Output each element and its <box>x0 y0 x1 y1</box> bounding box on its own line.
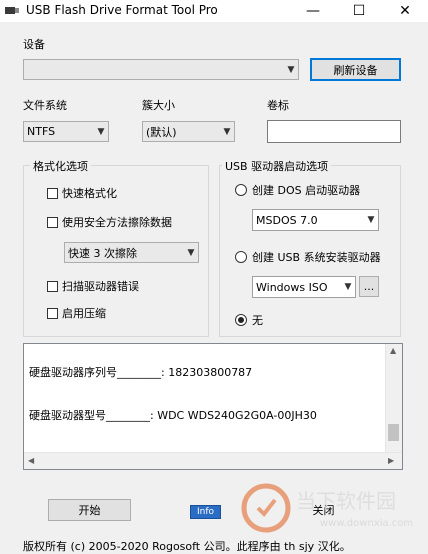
refresh-devices-button[interactable]: 刷新设备 <box>310 58 401 81</box>
horizontal-scrollbar[interactable]: ◀ ▶ <box>24 452 402 469</box>
usb-drive-icon <box>5 7 19 14</box>
maximize-button[interactable]: ☐ <box>336 0 382 22</box>
scan-errors-checkbox[interactable]: 扫描驱动器错误 <box>47 278 139 294</box>
usb-installer-label: 创建 USB 系统安装驱动器 <box>252 251 381 264</box>
windows-source-select[interactable]: Windows ISO ▼ <box>252 276 356 298</box>
dos-version-value: MSDOS 7.0 <box>256 213 318 227</box>
chevron-down-icon: ▼ <box>223 126 231 137</box>
enable-compression-label: 启用压缩 <box>62 307 106 320</box>
cluster-size-select[interactable]: (默认) ▼ <box>142 121 235 142</box>
watermark-brand: 当下软件园 <box>296 489 396 513</box>
volume-label-input[interactable] <box>267 120 401 143</box>
chevron-down-icon: ▼ <box>287 64 295 75</box>
no-boot-radio[interactable]: 无 <box>235 312 263 328</box>
dos-boot-label: 创建 DOS 启动驱动器 <box>252 184 361 197</box>
checkbox-box[interactable] <box>47 307 58 319</box>
watermark-url: www.downxia.com <box>320 518 413 529</box>
dos-version-select[interactable]: MSDOS 7.0 ▼ <box>252 209 379 231</box>
volume-label-label: 卷标 <box>267 99 289 112</box>
checkbox-box[interactable] <box>47 187 58 199</box>
filesystem-select-value: NTFS <box>27 125 56 138</box>
no-boot-label: 无 <box>252 314 263 327</box>
vertical-scrollbar[interactable]: ▲ <box>385 344 402 453</box>
copyright-footer: 版权所有 (c) 2005-2020 Rogosoft 公司。此程序由 th s… <box>23 540 351 553</box>
secure-erase-label: 使用安全方法擦除数据 <box>62 216 172 229</box>
filesystem-label: 文件系统 <box>23 99 67 112</box>
chevron-down-icon: ▼ <box>344 282 352 292</box>
device-select[interactable]: ▼ <box>23 59 299 80</box>
quick-format-checkbox[interactable]: 快速格式化 <box>47 185 117 201</box>
close-window-button[interactable]: ✕ <box>382 0 428 22</box>
minimize-button[interactable]: — <box>290 0 336 22</box>
scan-errors-label: 扫描驱动器错误 <box>62 280 139 293</box>
downxia-watermark-logo: 当下软件园 www.downxia.com <box>241 483 413 533</box>
scroll-right-icon[interactable]: ▶ <box>388 456 394 465</box>
erase-method-value: 快速 3 次擦除 <box>68 246 137 260</box>
scroll-left-icon[interactable]: ◀ <box>28 456 34 465</box>
log-line-model: 硬盘驱动器型号________: WDC WDS240G2G0A-00JH30 <box>29 409 317 422</box>
boot-options-title: USB 驱动器启动选项 <box>222 158 332 174</box>
secure-erase-checkbox[interactable]: 使用安全方法擦除数据 <box>47 214 172 230</box>
erase-method-select[interactable]: 快速 3 次擦除 ▼ <box>64 242 199 263</box>
windows-source-value: Windows ISO <box>256 280 328 294</box>
log-panel[interactable]: 硬盘驱动器序列号________: 182303800787 硬盘驱动器型号__… <box>23 343 403 470</box>
info-button[interactable]: Info <box>190 505 221 519</box>
cluster-size-select-value: (默认) <box>146 125 177 139</box>
dos-boot-radio[interactable]: 创建 DOS 启动驱动器 <box>235 182 360 198</box>
chevron-down-icon: ▼ <box>367 215 375 225</box>
chevron-down-icon: ▼ <box>97 126 105 137</box>
radio-circle[interactable] <box>235 314 247 326</box>
vertical-scroll-thumb[interactable] <box>388 424 399 441</box>
browse-iso-button[interactable]: ... <box>359 276 379 297</box>
radio-circle[interactable] <box>235 184 247 196</box>
scroll-up-icon[interactable]: ▲ <box>390 346 396 355</box>
format-options-title: 格式化选项 <box>30 158 91 174</box>
checkbox-box[interactable] <box>47 216 58 228</box>
enable-compression-checkbox[interactable]: 启用压缩 <box>47 305 106 321</box>
checkbox-box[interactable] <box>47 280 58 292</box>
device-label: 设备 <box>23 38 45 51</box>
window-title: USB Flash Drive Format Tool Pro <box>26 3 218 17</box>
radio-circle[interactable] <box>235 251 247 263</box>
quick-format-label: 快速格式化 <box>62 187 117 200</box>
filesystem-select[interactable]: NTFS ▼ <box>23 121 109 142</box>
start-button[interactable]: 开始 <box>48 499 131 521</box>
chevron-down-icon: ▼ <box>187 247 195 258</box>
cluster-size-label: 簇大小 <box>142 99 175 112</box>
log-line-serial: 硬盘驱动器序列号________: 182303800787 <box>29 366 253 379</box>
usb-installer-radio[interactable]: 创建 USB 系统安装驱动器 <box>235 249 381 265</box>
